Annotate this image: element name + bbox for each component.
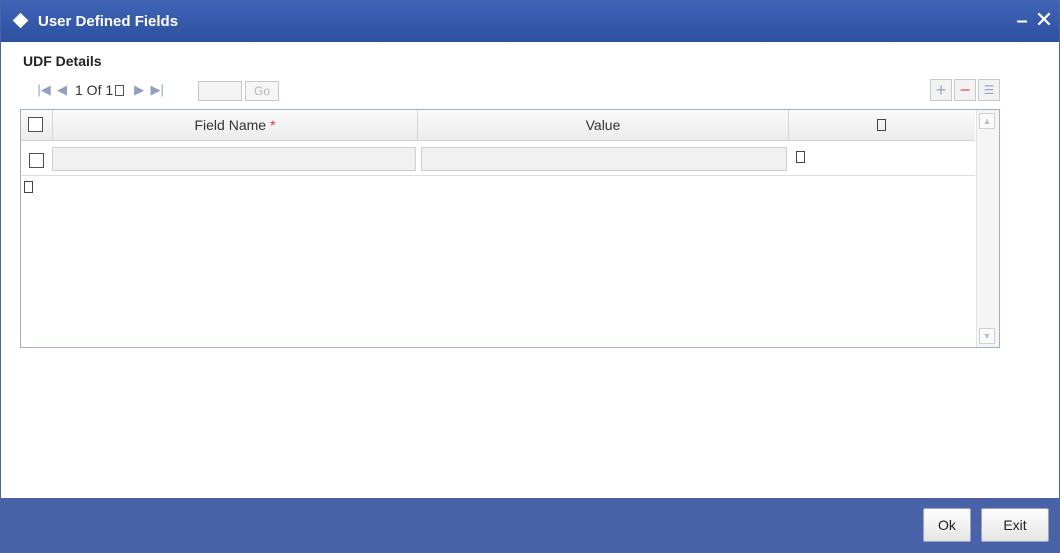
- column-label-field-name: Field Name: [194, 117, 267, 133]
- field-name-input[interactable]: [52, 147, 416, 171]
- column-header-extra: [789, 110, 975, 140]
- section-title: UDF Details: [23, 53, 102, 69]
- placeholder-glyph: [24, 181, 33, 193]
- column-header-value[interactable]: Value: [418, 110, 789, 140]
- udf-window: User Defined Fields – ✕ UDF Details |◀ ◀…: [0, 0, 1060, 553]
- next-page-icon[interactable]: ▶: [132, 82, 146, 98]
- first-page-icon[interactable]: |◀: [37, 82, 51, 98]
- columns-button[interactable]: ☰: [978, 79, 1000, 101]
- placeholder-glyph: [115, 84, 125, 96]
- scroll-up-icon[interactable]: ▲: [979, 113, 995, 129]
- required-mark: *: [270, 117, 276, 133]
- table-toolbar: + − ☰: [930, 79, 1000, 101]
- footer-bar: Ok Exit: [1, 498, 1059, 553]
- placeholder-glyph: [796, 151, 805, 163]
- prev-page-icon[interactable]: ◀: [55, 82, 69, 98]
- scroll-down-icon[interactable]: ▼: [979, 328, 995, 344]
- exit-button[interactable]: Exit: [981, 508, 1049, 542]
- header-select-cell: [21, 110, 53, 140]
- grid-header: Field Name * Value: [21, 110, 975, 141]
- column-header-field-name[interactable]: Field Name *: [53, 110, 418, 140]
- udf-grid: Field Name * Value ▲ ▼: [20, 109, 1000, 348]
- pager: |◀ ◀ 1 Of 1 ▶ ▶|: [37, 78, 164, 102]
- ok-button[interactable]: Ok: [923, 508, 971, 542]
- page-count: 1 Of 1: [75, 82, 114, 98]
- vertical-scrollbar[interactable]: ▲ ▼: [976, 110, 999, 347]
- close-button[interactable]: ✕: [1033, 9, 1055, 31]
- table-row: [21, 141, 975, 176]
- row-select-checkbox[interactable]: [29, 153, 44, 168]
- placeholder-glyph: [877, 119, 886, 131]
- page-number-input[interactable]: [198, 81, 242, 101]
- go-button[interactable]: Go: [245, 81, 279, 101]
- window-title: User Defined Fields: [38, 13, 179, 30]
- minimize-button[interactable]: –: [1015, 11, 1029, 31]
- title-bar[interactable]: User Defined Fields – ✕: [1, 1, 1059, 42]
- column-label-value: Value: [585, 117, 621, 133]
- add-row-button[interactable]: +: [930, 79, 952, 101]
- value-input[interactable]: [421, 147, 787, 171]
- diamond-icon: [12, 12, 29, 29]
- delete-row-button[interactable]: −: [954, 79, 976, 101]
- select-all-checkbox[interactable]: [28, 117, 43, 132]
- last-page-icon[interactable]: ▶|: [150, 82, 164, 98]
